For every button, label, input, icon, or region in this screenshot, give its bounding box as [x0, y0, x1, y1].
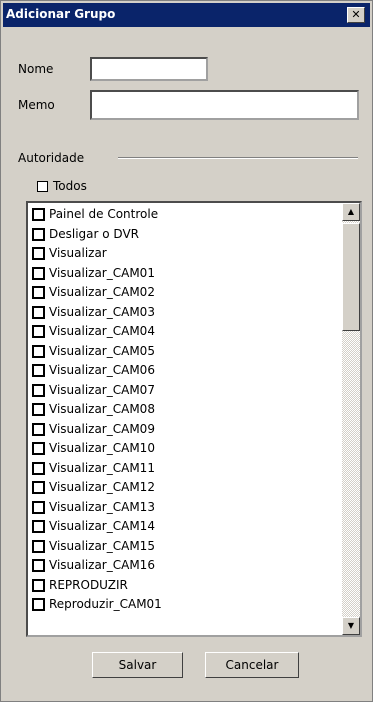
permission-checkbox[interactable]	[32, 481, 45, 494]
permission-label: REPRODUZIR	[49, 577, 128, 592]
permission-checkbox[interactable]	[32, 422, 45, 436]
save-button[interactable]: Salvar	[92, 652, 183, 678]
scroll-up-icon[interactable]: ▲	[342, 203, 360, 221]
permission-item[interactable]: Visualizar_CAM11	[32, 459, 342, 479]
permission-item[interactable]: Visualizar_CAM04	[32, 322, 342, 342]
permission-item[interactable]: Visualizar_CAM15	[32, 537, 342, 557]
permission-checkbox[interactable]	[32, 578, 45, 592]
permission-checkbox[interactable]	[32, 539, 45, 553]
dialog-title: Adicionar Grupo	[6, 7, 116, 21]
permission-label: Visualizar_CAM05	[49, 343, 155, 358]
permission-label: Visualizar_CAM11	[49, 460, 155, 475]
permission-checkbox[interactable]	[32, 461, 45, 475]
permission-label: Visualizar_CAM09	[49, 421, 155, 436]
permission-item[interactable]: Visualizar_CAM02	[32, 283, 342, 303]
permission-checkbox[interactable]	[32, 383, 45, 397]
permission-checkbox[interactable]	[32, 559, 45, 572]
dialog-window: Adicionar Grupo ✕ Nome Memo Autoridade T…	[0, 0, 373, 702]
permission-item[interactable]: Visualizar_CAM09	[32, 420, 342, 440]
memo-input[interactable]	[90, 90, 359, 120]
scroll-down-icon[interactable]: ▼	[342, 617, 360, 635]
nome-input[interactable]	[90, 57, 208, 81]
permission-item[interactable]: Desligar o DVR	[32, 225, 342, 245]
vertical-scrollbar[interactable]: ▲ ▼	[342, 203, 360, 635]
permission-checkbox[interactable]	[32, 344, 45, 358]
memo-label: Memo	[18, 98, 55, 112]
permission-checkbox[interactable]	[32, 305, 45, 319]
permission-label: Visualizar_CAM14	[49, 519, 155, 533]
permission-item[interactable]: Visualizar_CAM07	[32, 381, 342, 401]
permission-label: Desligar o DVR	[49, 226, 139, 241]
permission-label: Painel de Controle	[49, 207, 159, 221]
permission-item[interactable]: Visualizar_CAM06	[32, 361, 342, 381]
permissions-list[interactable]: Painel de Controle Desligar o DVR Visualiz…	[26, 201, 362, 637]
permission-checkbox[interactable]	[32, 364, 45, 377]
permission-label: Visualizar_CAM07	[49, 382, 155, 397]
close-icon[interactable]: ✕	[347, 7, 365, 23]
permission-item[interactable]: Visualizar_CAM08	[32, 400, 342, 420]
permission-item[interactable]: Painel de Controle	[32, 205, 342, 225]
permission-checkbox[interactable]	[32, 442, 45, 455]
title-bar[interactable]: Adicionar Grupo ✕	[3, 3, 370, 27]
todos-label: Todos	[53, 179, 87, 193]
autoridade-group-label: Autoridade	[18, 151, 85, 165]
permission-checkbox[interactable]	[32, 500, 45, 514]
permission-checkbox[interactable]	[32, 266, 45, 280]
permission-checkbox[interactable]	[32, 520, 45, 533]
nome-label: Nome	[18, 62, 54, 76]
permission-checkbox[interactable]	[32, 247, 45, 260]
permission-label: Visualizar_CAM16	[49, 558, 155, 572]
permission-label: Reproduzir_CAM01	[49, 597, 162, 611]
permission-label: Visualizar_CAM13	[49, 499, 155, 514]
permission-label: Visualizar_CAM06	[49, 363, 155, 377]
permission-item[interactable]: Reproduzir_CAM01	[32, 595, 342, 615]
permissions-list-items: Painel de Controle Desligar o DVR Visualiz…	[32, 205, 342, 615]
permission-label: Visualizar_CAM10	[49, 441, 155, 455]
permission-label: Visualizar_CAM03	[49, 304, 155, 319]
permission-label: Visualizar_CAM12	[49, 480, 155, 494]
permission-item[interactable]: Visualizar_CAM16	[32, 556, 342, 576]
permission-label: Visualizar_CAM04	[49, 324, 155, 338]
permission-checkbox[interactable]	[32, 325, 45, 338]
permission-item[interactable]: Visualizar_CAM01	[32, 264, 342, 284]
permission-label: Visualizar_CAM08	[49, 402, 155, 416]
permission-checkbox[interactable]	[32, 208, 45, 221]
permission-checkbox[interactable]	[32, 227, 45, 241]
permission-label: Visualizar_CAM15	[49, 538, 155, 553]
permission-checkbox[interactable]	[32, 286, 45, 299]
permission-item[interactable]: Visualizar_CAM10	[32, 439, 342, 459]
todos-checkbox-box[interactable]	[37, 181, 48, 192]
group-divider	[118, 157, 358, 159]
cancel-button[interactable]: Cancelar	[205, 652, 299, 678]
permission-label: Visualizar_CAM01	[49, 265, 155, 280]
permission-item[interactable]: REPRODUZIR	[32, 576, 342, 596]
permission-item[interactable]: Visualizar_CAM14	[32, 517, 342, 537]
permission-label: Visualizar_CAM02	[49, 285, 155, 299]
permission-checkbox[interactable]	[32, 598, 45, 611]
permission-checkbox[interactable]	[32, 403, 45, 416]
permission-item[interactable]: Visualizar_CAM13	[32, 498, 342, 518]
permission-item[interactable]: Visualizar_CAM12	[32, 478, 342, 498]
permission-label: Visualizar	[49, 246, 107, 260]
permission-item[interactable]: Visualizar_CAM03	[32, 303, 342, 323]
todos-checkbox[interactable]: Todos	[37, 179, 87, 193]
permission-item[interactable]: Visualizar	[32, 244, 342, 264]
scrollbar-thumb[interactable]	[342, 223, 360, 331]
permission-item[interactable]: Visualizar_CAM05	[32, 342, 342, 362]
